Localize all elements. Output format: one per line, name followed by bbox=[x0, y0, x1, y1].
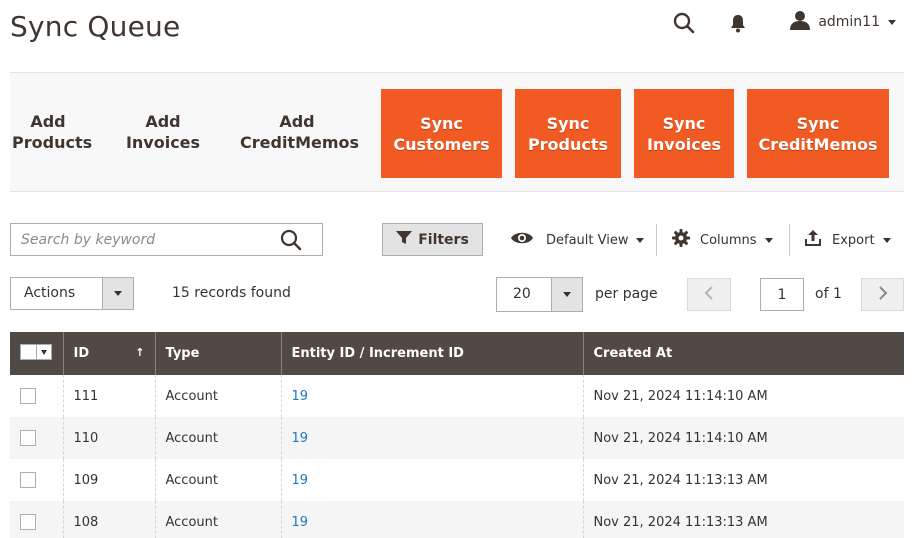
column-header-entity-id[interactable]: Entity ID / Increment ID bbox=[280, 332, 583, 375]
cell-created-at: Nov 21, 2024 11:13:13 AM bbox=[582, 501, 904, 538]
sync-creditmemos-button[interactable]: Sync CreditMemos bbox=[747, 89, 889, 178]
user-menu[interactable]: admin11 bbox=[790, 10, 896, 34]
per-page-label: per page bbox=[595, 286, 658, 302]
chevron-down-icon bbox=[102, 278, 133, 309]
page-title: Sync Queue bbox=[10, 10, 181, 43]
view-label: Default View bbox=[546, 232, 629, 248]
chevron-down-icon bbox=[636, 237, 645, 243]
per-page-select[interactable]: 20 bbox=[496, 277, 583, 312]
export-icon bbox=[804, 229, 822, 251]
search-icon[interactable] bbox=[280, 229, 302, 255]
chevron-down-icon bbox=[882, 237, 891, 243]
cell-id: 109 bbox=[62, 459, 155, 501]
column-header-id[interactable]: ID ↑ bbox=[62, 332, 155, 375]
row-checkbox[interactable] bbox=[20, 472, 36, 488]
table-row[interactable]: 110 Account 19 Nov 21, 2024 11:14:10 AM bbox=[10, 417, 904, 459]
chevron-right-icon bbox=[878, 285, 888, 304]
columns-label: Columns bbox=[700, 232, 757, 248]
cell-entity-id-link[interactable]: 19 bbox=[280, 375, 583, 417]
per-page-value: 20 bbox=[513, 286, 531, 302]
chevron-down-icon bbox=[888, 19, 896, 25]
page-number-input[interactable] bbox=[760, 278, 804, 311]
toolbar-divider bbox=[789, 224, 790, 256]
add-invoices-button[interactable]: Add Invoices bbox=[123, 111, 203, 153]
user-name: admin11 bbox=[818, 14, 880, 30]
eye-icon bbox=[510, 230, 534, 250]
cell-created-at: Nov 21, 2024 11:13:13 AM bbox=[582, 459, 904, 501]
cell-entity-id-link[interactable]: 19 bbox=[280, 459, 583, 501]
cell-type: Account bbox=[154, 417, 281, 459]
view-switcher[interactable]: Default View bbox=[510, 226, 645, 254]
mass-select-header[interactable] bbox=[10, 332, 63, 375]
bell-icon[interactable] bbox=[726, 11, 750, 35]
cell-created-at: Nov 21, 2024 11:14:10 AM bbox=[582, 417, 904, 459]
action-bar: Add Products Add Invoices Add CreditMemo… bbox=[10, 72, 904, 192]
actions-label: Actions bbox=[24, 285, 76, 301]
add-products-button[interactable]: Add Products bbox=[12, 111, 92, 153]
export-label: Export bbox=[832, 232, 875, 248]
export-control[interactable]: Export bbox=[804, 226, 891, 254]
mass-select-checkbox[interactable] bbox=[20, 344, 52, 360]
table-row[interactable]: 109 Account 19 Nov 21, 2024 11:13:13 AM bbox=[10, 459, 904, 501]
filters-button[interactable]: Filters bbox=[382, 223, 483, 256]
table-row[interactable]: 111 Account 19 Nov 21, 2024 11:14:10 AM bbox=[10, 375, 904, 417]
filters-label: Filters bbox=[418, 231, 469, 248]
sync-customers-button[interactable]: Sync Customers bbox=[381, 89, 502, 178]
sync-products-button[interactable]: Sync Products bbox=[515, 89, 621, 178]
prev-page-button[interactable] bbox=[687, 278, 731, 311]
next-page-button[interactable] bbox=[861, 278, 904, 311]
chevron-down-icon bbox=[764, 237, 773, 243]
grid-header-row: ID ↑ Type Entity ID / Increment ID Creat… bbox=[10, 332, 904, 375]
sync-invoices-button[interactable]: Sync Invoices bbox=[634, 89, 734, 178]
cell-id: 108 bbox=[62, 501, 155, 538]
user-icon bbox=[790, 10, 811, 34]
toolbar-divider bbox=[656, 224, 657, 256]
page-total: of 1 bbox=[815, 286, 842, 302]
search-icon[interactable] bbox=[672, 11, 696, 35]
row-checkbox[interactable] bbox=[20, 514, 36, 530]
gear-icon bbox=[672, 229, 690, 251]
sync-queue-grid: ID ↑ Type Entity ID / Increment ID Creat… bbox=[10, 332, 904, 538]
add-creditmemos-button[interactable]: Add CreditMemos bbox=[240, 111, 359, 153]
search-input[interactable] bbox=[11, 224, 271, 255]
column-header-created-at[interactable]: Created At bbox=[582, 332, 904, 375]
cell-entity-id-link[interactable]: 19 bbox=[280, 501, 583, 538]
chevron-down-icon bbox=[551, 278, 582, 311]
columns-control[interactable]: Columns bbox=[672, 226, 773, 254]
keyword-search bbox=[10, 223, 323, 256]
cell-entity-id-link[interactable]: 19 bbox=[280, 417, 583, 459]
filter-icon bbox=[396, 230, 413, 249]
chevron-left-icon bbox=[704, 285, 714, 304]
row-checkbox[interactable] bbox=[20, 430, 36, 446]
cell-type: Account bbox=[154, 459, 281, 501]
cell-id: 111 bbox=[62, 375, 155, 417]
sort-arrow-icon: ↑ bbox=[135, 346, 145, 359]
cell-created-at: Nov 21, 2024 11:14:10 AM bbox=[582, 375, 904, 417]
mass-actions-dropdown[interactable]: Actions bbox=[10, 277, 134, 310]
table-row[interactable]: 108 Account 19 Nov 21, 2024 11:13:13 AM bbox=[10, 501, 904, 538]
cell-type: Account bbox=[154, 375, 281, 417]
cell-type: Account bbox=[154, 501, 281, 538]
cell-id: 110 bbox=[62, 417, 155, 459]
column-header-type[interactable]: Type bbox=[154, 332, 281, 375]
records-count: 15 records found bbox=[172, 285, 291, 301]
row-checkbox[interactable] bbox=[20, 388, 36, 404]
